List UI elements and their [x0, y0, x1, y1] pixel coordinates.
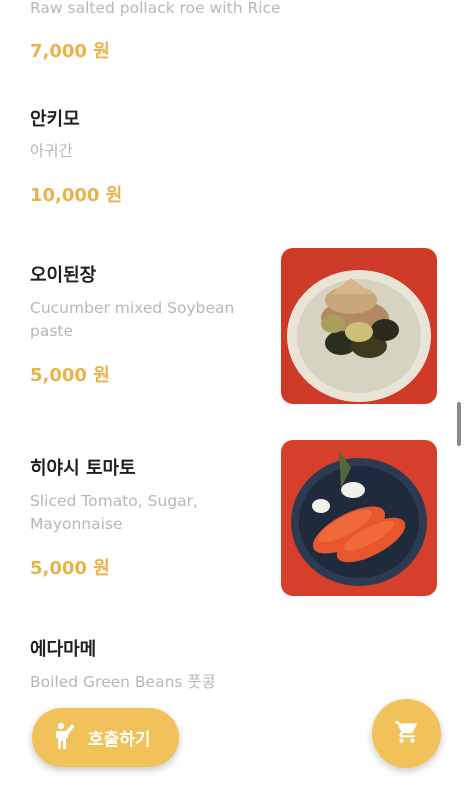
item-price: 7,000 원 [30, 41, 110, 62]
item-description: Cucumber mixed Soybean paste [30, 299, 235, 340]
item-name: 안키모 [30, 109, 80, 130]
menu-item[interactable]: 히야시 토마토 Sliced Tomato, Sugar, Mayonnaise… [0, 438, 466, 598]
item-price: 10,000 원 [30, 185, 123, 206]
cart-button[interactable] [372, 699, 441, 768]
dish-image [281, 248, 437, 404]
item-name: 에다마메 [30, 639, 97, 660]
menu-item[interactable]: 에다마메 Boiled Green Beans 풋콩 [0, 630, 466, 710]
cucumber-soybean-dish-photo [281, 248, 437, 404]
call-staff-button[interactable]: 호출하기 [32, 708, 179, 767]
menu-item[interactable]: 안키모 아귀간 10,000 원 [0, 100, 466, 210]
item-description: Sliced Tomato, Sugar, Mayonnaise [30, 492, 198, 533]
scrollbar[interactable] [457, 402, 461, 446]
shopping-cart-icon [394, 719, 420, 749]
item-price: 5,000 원 [30, 365, 110, 386]
item-name: 히야시 토마토 [30, 458, 136, 479]
call-button-label: 호출하기 [88, 730, 151, 750]
item-description: Raw salted pollack roe with Rice [30, 0, 281, 17]
sliced-tomato-dish-photo [281, 440, 437, 596]
person-raising-hand-icon [52, 722, 78, 754]
menu-item[interactable]: 오이된장 Cucumber mixed Soybean paste 5,000 … [0, 245, 466, 405]
dish-image [281, 440, 437, 596]
menu-list: Raw salted pollack roe with Rice 7,000 원… [0, 0, 466, 788]
item-price: 5,000 원 [30, 558, 110, 579]
item-description: Boiled Green Beans 풋콩 [30, 673, 216, 691]
item-name: 오이된장 [30, 265, 97, 286]
item-description: 아귀간 [30, 142, 73, 160]
menu-item[interactable]: Raw salted pollack roe with Rice 7,000 원 [0, 0, 466, 70]
